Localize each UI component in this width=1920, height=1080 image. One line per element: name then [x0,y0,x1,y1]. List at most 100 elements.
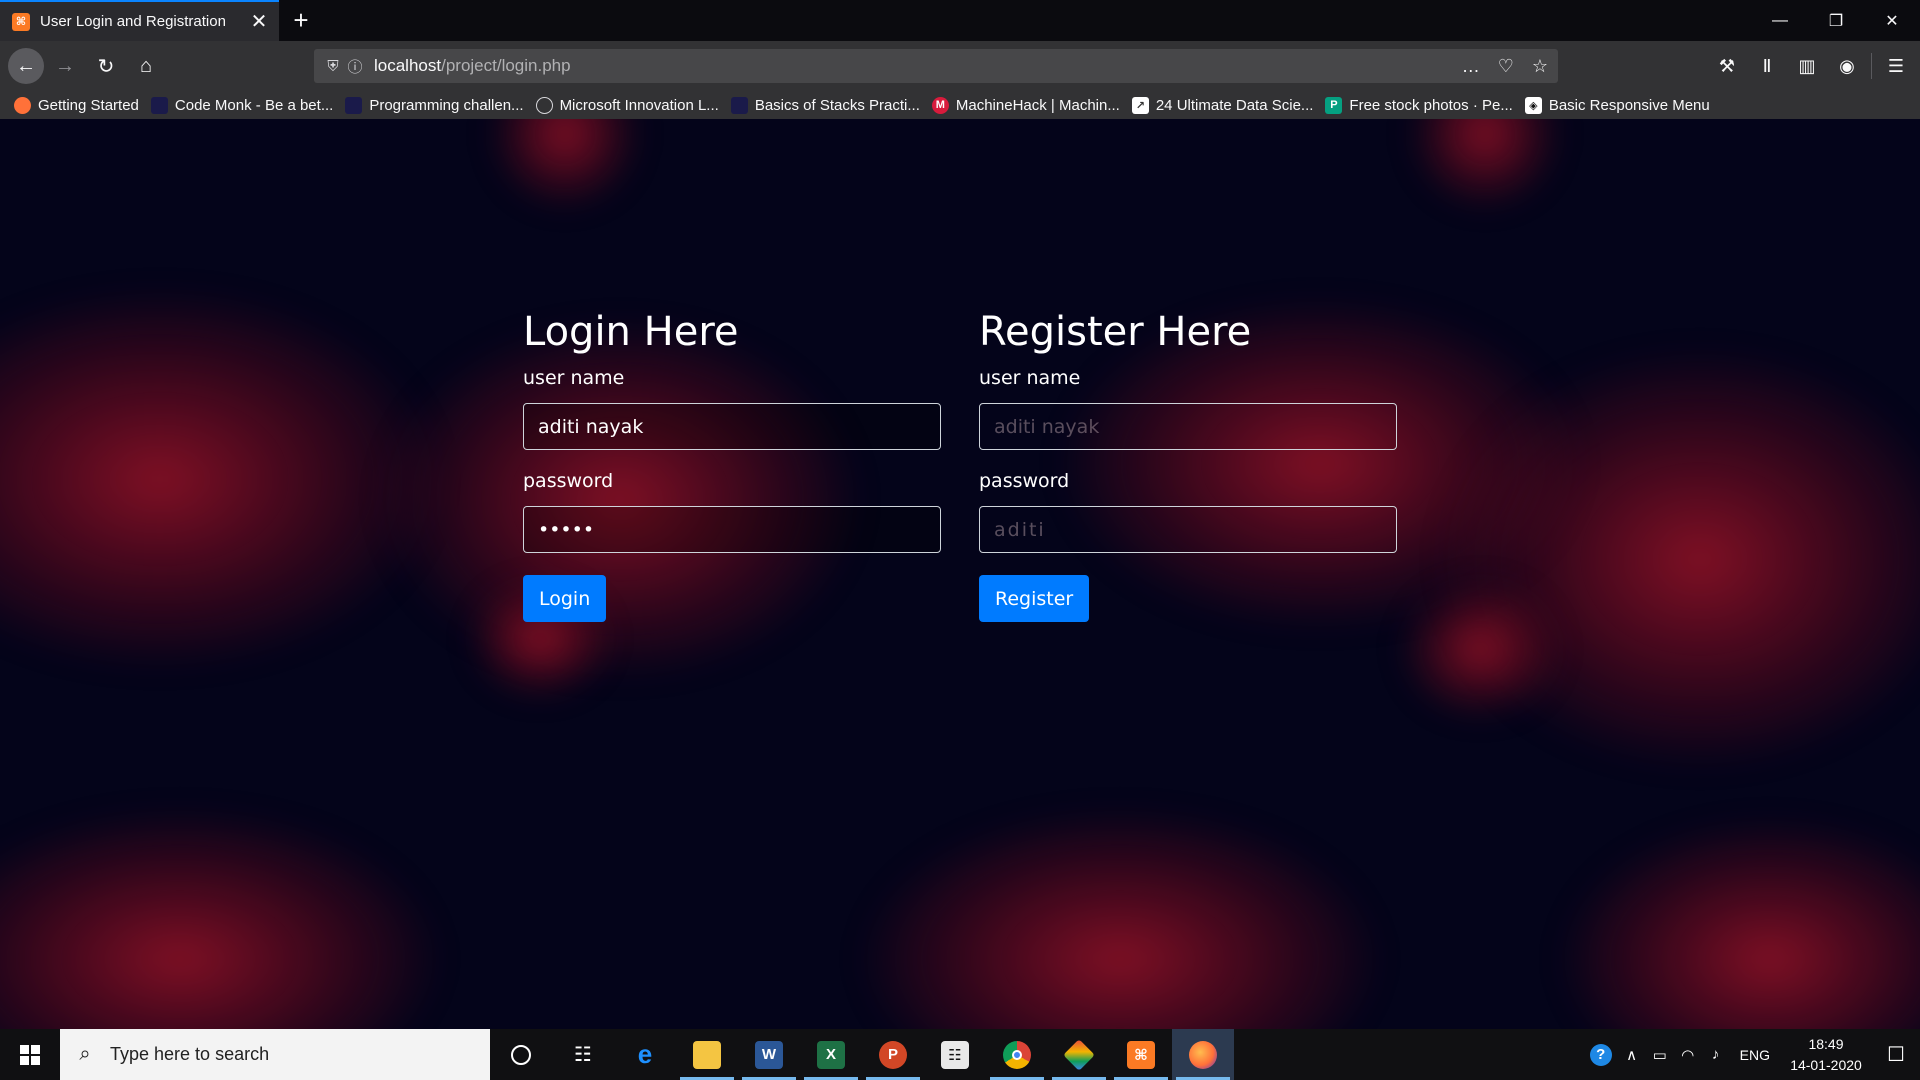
chevron-up-icon[interactable]: ∧ [1618,1029,1646,1080]
cortana-icon[interactable] [490,1029,552,1080]
login-title: Login Here [523,309,739,355]
tab-close-icon[interactable]: ✕ [247,10,271,34]
bookmark-label: Basic Responsive Menu [1548,96,1710,114]
url-host: localhost [374,56,442,75]
file-explorer-icon[interactable] [676,1029,738,1080]
clock-date: 14-01-2020 [1790,1056,1862,1073]
powerpoint-icon[interactable]: P [862,1029,924,1080]
code-monk-icon [150,96,168,114]
register-password-input[interactable] [979,506,1397,553]
codepen-icon: ◈ [1524,96,1542,114]
home-icon[interactable]: ⌂ [129,49,163,83]
xampp-favicon-icon: ⌘ [12,12,30,31]
register-username-input[interactable] [979,403,1397,450]
library-icon[interactable]: Ⅱ [1747,49,1787,83]
pexels-icon: P [1325,96,1343,114]
menu-icon[interactable]: ☰ [1876,49,1916,83]
battery-icon[interactable]: ▭ [1646,1029,1674,1080]
chrome-icon[interactable] [986,1029,1048,1080]
machinehack-icon: M [931,96,949,114]
toolbar-divider [1871,53,1872,79]
window-close-icon[interactable]: ✕ [1864,0,1920,41]
bookmark-label: Microsoft Innovation L... [559,96,719,114]
search-icon: ⌕ [79,1043,91,1065]
reload-icon[interactable]: ↻ [89,49,123,83]
browser-titlebar: ⌘ User Login and Registration ✕ + — ❐ ✕ [0,0,1920,41]
back-icon[interactable]: ← [8,48,44,84]
bookmark-label: Code Monk - Be a bet... [174,96,334,114]
bookmark-label: 24 Ultimate Data Scie... [1155,96,1314,114]
restore-icon[interactable]: ❐ [1808,0,1864,41]
clock[interactable]: 18:49 14-01-2020 [1780,1034,1872,1076]
info-icon[interactable]: ⓘ [344,56,366,77]
help-icon[interactable]: ? [1584,1029,1618,1080]
login-username-input[interactable] [523,403,941,450]
login-password-input[interactable] [523,506,941,553]
login-button[interactable]: Login [523,575,607,622]
shield-icon[interactable]: ⛨ [322,58,344,75]
bookmark-star-icon[interactable]: ☆ [1532,56,1548,77]
login-username-label: user name [523,367,625,389]
url-path: /project/login.php [441,56,571,75]
stacks-icon [730,96,748,114]
task-view-icon[interactable]: ☷ [552,1029,614,1080]
system-tray: ? ∧ ▭ ◠ ♪ ENG 18:49 14-01-2020 ☐ [1584,1029,1920,1080]
edge-icon[interactable]: e [614,1029,676,1080]
account-icon[interactable]: ◉ [1827,49,1867,83]
pocket-icon[interactable]: ♡ [1498,56,1514,77]
firefox-icon[interactable] [1172,1029,1234,1080]
new-tab-icon[interactable]: + [287,5,315,35]
login-password-label: password [523,470,614,492]
search-placeholder: Type here to search [110,1044,270,1064]
programming-icon [345,96,363,114]
chart-icon: ↗ [1131,96,1149,114]
url-bar[interactable]: ⛨ ⓘ localhost/project/login.php … ♡ ☆ [314,49,1558,83]
excel-icon[interactable]: X [800,1029,862,1080]
bookmark-label: Getting Started [38,96,139,114]
wifi-icon[interactable]: ◠ [1674,1029,1702,1080]
bookmark-item[interactable]: P Free stock photos · Pe... [1325,96,1513,114]
bookmark-item[interactable]: Code Monk - Be a bet... [150,96,334,114]
register-username-label: user name [979,367,1081,389]
bookmarks-toolbar: Getting Started Code Monk - Be a bet... … [0,91,1920,119]
browser-navbar: ← → ↻ ⌂ ⛨ ⓘ localhost/project/login.php … [0,41,1920,91]
page-actions-icon[interactable]: … [1462,56,1480,77]
bookmark-label: Free stock photos · Pe... [1349,96,1513,114]
login-form: Login Here user name password Login [523,309,941,622]
tab-title: User Login and Registration [40,13,226,30]
bookmark-item[interactable]: ◈ Basic Responsive Menu [1524,96,1710,114]
bookmark-item[interactable]: M MachineHack | Machin... [931,96,1120,114]
word-icon[interactable]: W [738,1029,800,1080]
volume-icon[interactable]: ♪ [1702,1029,1730,1080]
developer-tools-icon[interactable]: ⚒ [1707,49,1747,83]
globe-icon [535,96,553,114]
taskbar-search[interactable]: ⌕ Type here to search [60,1029,490,1080]
bookmark-label: MachineHack | Machin... [955,96,1120,114]
bookmark-item[interactable]: Microsoft Innovation L... [535,96,719,114]
register-title: Register Here [979,309,1252,355]
calculator-icon[interactable]: ☷ [924,1029,986,1080]
bookmark-item[interactable]: ↗ 24 Ultimate Data Scie... [1131,96,1314,114]
xampp-icon[interactable]: ⌘ [1110,1029,1172,1080]
notification-icon[interactable]: ☐ [1872,1029,1920,1080]
page-viewport: Login Here user name password Login Regi… [0,119,1920,1029]
firefox-icon [14,96,31,114]
register-button[interactable]: Register [979,575,1090,622]
git-icon[interactable] [1048,1029,1110,1080]
bookmark-label: Basics of Stacks Practi... [754,96,920,114]
bookmark-item[interactable]: Basics of Stacks Practi... [730,96,920,114]
clock-time: 18:49 [1808,1035,1844,1052]
sidebar-icon[interactable]: ▥ [1787,49,1827,83]
register-password-label: password [979,470,1070,492]
browser-tab[interactable]: ⌘ User Login and Registration ✕ [0,0,279,41]
url-text[interactable]: localhost/project/login.php [374,56,571,76]
minimize-icon[interactable]: — [1752,0,1808,41]
bookmark-item[interactable]: Getting Started [14,96,139,114]
language-indicator[interactable]: ENG [1740,1047,1770,1063]
register-form: Register Here user name password Registe… [979,309,1397,622]
windows-taskbar: ⌕ Type here to search ☷ e W X P ☷ ⌘ ? ∧ … [0,1029,1920,1080]
bookmark-item[interactable]: Programming challen... [345,96,524,114]
bookmark-label: Programming challen... [369,96,524,114]
start-button[interactable] [0,1029,60,1080]
forward-icon[interactable]: → [48,49,82,83]
